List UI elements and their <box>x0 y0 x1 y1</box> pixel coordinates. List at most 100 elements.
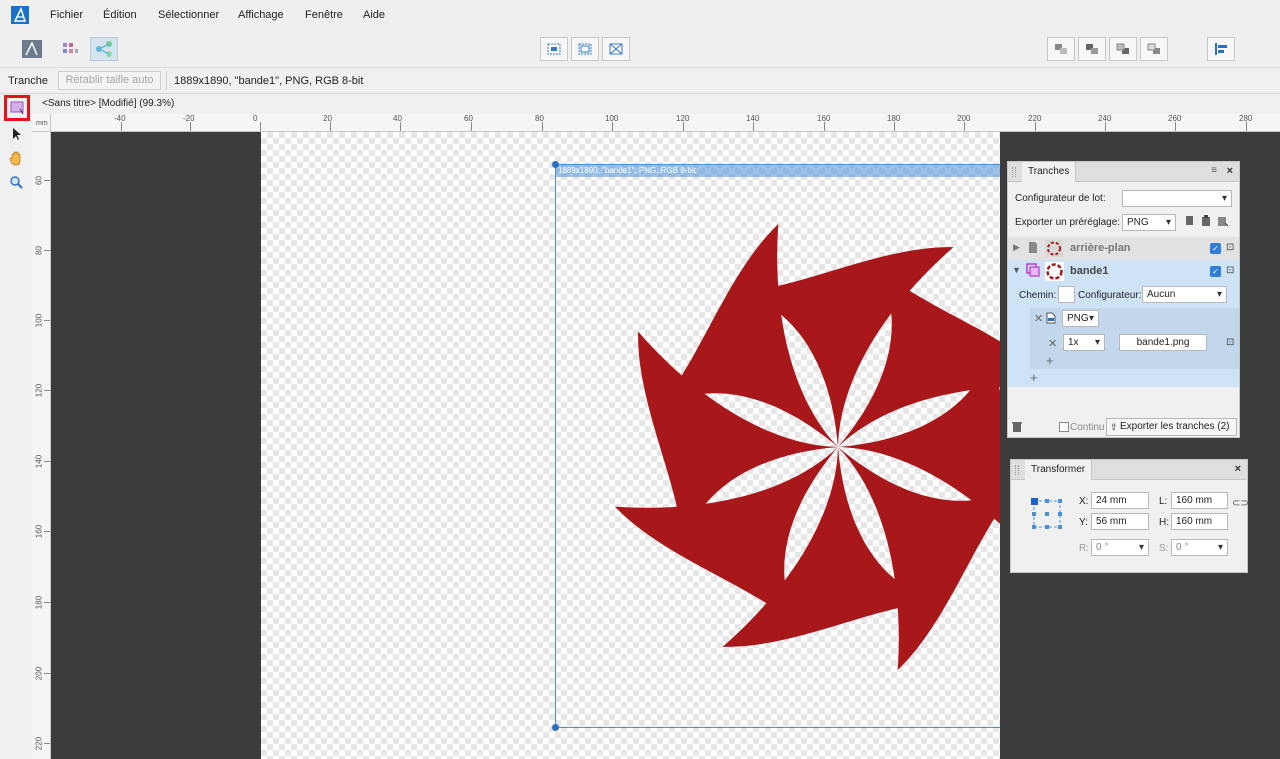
save-preset-icon[interactable] <box>1217 215 1229 230</box>
collapse-arrow-icon[interactable]: ▼ <box>1012 265 1021 275</box>
ruler-tick-label: 40 <box>393 114 402 123</box>
paste-preset-icon[interactable] <box>1201 215 1211 230</box>
hand-tool-icon[interactable] <box>6 148 26 168</box>
horizontal-ruler: -40 -20 0 20 40 60 80 100 120 140 160 180 200 220 240 2… <box>51 114 1280 132</box>
slice-row-bande1[interactable]: ▼ bande1 ✓ ⊡ Chemin: Configurateur: Aucu… <box>1008 260 1239 387</box>
shear-field[interactable]: 0 ° <box>1171 539 1228 556</box>
batch-builder-select[interactable] <box>1122 190 1232 207</box>
ruler-tick-label: 160 <box>817 114 831 123</box>
lock-icon[interactable]: ⊡ <box>1226 265 1234 276</box>
ruler-tick-label: 20 <box>323 114 332 123</box>
slice-checkbox[interactable]: ✓ <box>1210 266 1221 277</box>
y-field[interactable]: 56 mm <box>1091 513 1149 530</box>
designer-persona-icon[interactable] <box>18 37 46 61</box>
resize-handle-tl[interactable] <box>552 161 559 168</box>
ruler-tick <box>542 122 543 131</box>
layer-slice-icon <box>1026 263 1040 280</box>
menu-edition[interactable]: Édition <box>103 9 137 21</box>
height-label: H: <box>1159 517 1169 528</box>
close-icon[interactable]: × <box>1235 463 1241 475</box>
document-tab[interactable]: <Sans titre> [Modifié] (99.3%) <box>32 94 1280 114</box>
select-slices-icon[interactable] <box>540 37 568 61</box>
remove-format-icon[interactable]: ✕ <box>1034 312 1043 325</box>
slice-tool-icon[interactable] <box>4 95 30 121</box>
ruler-tick-label: 220 <box>34 736 44 751</box>
document-canvas[interactable]: 1889x1890, "bande1", PNG, RGB 8-bit <box>261 132 1122 759</box>
link-aspect-icon[interactable]: ⊂⊃ <box>1232 498 1249 509</box>
pixel-persona-icon[interactable] <box>56 37 84 61</box>
configurator-select[interactable]: Aucun <box>1142 286 1227 303</box>
ruler-tick <box>1246 122 1247 131</box>
ruler-tick-label: 80 <box>34 246 44 255</box>
arrange-backward-icon[interactable] <box>1078 37 1106 61</box>
remove-scale-icon[interactable]: ✕ <box>1048 337 1057 350</box>
continuous-checkbox[interactable] <box>1059 422 1069 432</box>
move-tool-icon[interactable] <box>6 124 26 144</box>
align-icon[interactable] <box>1207 37 1235 61</box>
menu-aide[interactable]: Aide <box>363 9 385 21</box>
transform-panel: Transformer × X: 24 mm L: 160 mm Y: 56 m… <box>1010 459 1249 573</box>
ruler-tick-label: 80 <box>535 114 544 123</box>
reset-auto-size-button[interactable]: Rétablir taille auto <box>58 71 161 90</box>
ruler-tick <box>471 122 472 131</box>
ruler-tick-label: 140 <box>746 114 760 123</box>
tool-name-label: Tranche <box>8 75 48 87</box>
tools-panel <box>0 94 32 759</box>
tab-tranches[interactable]: Tranches <box>1022 162 1077 182</box>
add-format-icon[interactable]: + <box>1030 370 1038 385</box>
ruler-tick <box>260 122 261 131</box>
zoom-tool-icon[interactable] <box>6 172 26 192</box>
arrange-front-icon[interactable] <box>1140 37 1168 61</box>
path-field[interactable] <box>1058 286 1075 303</box>
anchor-point-icon[interactable] <box>1030 497 1064 534</box>
height-field[interactable]: 160 mm <box>1171 513 1228 530</box>
export-slices-button[interactable]: ⇧ Exporter les tranches (2) <box>1106 418 1237 436</box>
slice-checkbox[interactable]: ✓ <box>1210 243 1221 254</box>
export-format-group: ✕ PNG ✕ 1x bande1.png ⊡ + <box>1030 308 1239 369</box>
ruler-tick <box>44 531 50 532</box>
app-logo[interactable] <box>11 6 29 24</box>
panel-menu-icon[interactable]: ≡ <box>1211 165 1217 176</box>
export-persona-icon[interactable] <box>90 37 118 61</box>
menu-fichier[interactable]: Fichier <box>50 9 83 21</box>
panel-grip[interactable] <box>1015 465 1019 475</box>
y-label: Y: <box>1079 517 1088 528</box>
filename-field[interactable]: bande1.png <box>1119 334 1207 351</box>
ruler-tick <box>612 122 613 131</box>
slice-row-arriere-plan[interactable]: ▶ arrière-plan ✓ ⊡ <box>1008 237 1239 260</box>
close-icon[interactable]: × <box>1227 165 1233 177</box>
menu-affichage[interactable]: Affichage <box>238 9 284 21</box>
format-select[interactable]: PNG <box>1062 310 1099 327</box>
x-field[interactable]: 24 mm <box>1091 492 1149 509</box>
trash-icon[interactable] <box>1012 421 1022 436</box>
ruler-tick-label: -40 <box>114 114 126 123</box>
ruler-tick-label: 260 <box>1168 114 1182 123</box>
fit-slices-icon[interactable] <box>602 37 630 61</box>
panel-grip[interactable] <box>1012 167 1016 177</box>
ruler-tick-label: -20 <box>183 114 195 123</box>
resize-handle-bl[interactable] <box>552 724 559 731</box>
ruler-tick-label: 120 <box>34 383 44 398</box>
select-all-slices-icon[interactable] <box>571 37 599 61</box>
export-preset-select[interactable]: PNG u... <box>1122 214 1176 231</box>
vertical-ruler: 60 80 100 120 140 160 180 200 220 <box>32 132 51 759</box>
width-field[interactable]: 160 mm <box>1171 492 1228 509</box>
menu-selectionner[interactable]: Sélectionner <box>158 9 219 21</box>
shear-label: S: <box>1159 543 1169 554</box>
ruler-tick-label: 240 <box>1098 114 1112 123</box>
arrange-forward-icon[interactable] <box>1109 37 1137 61</box>
continuous-label: Continu <box>1070 422 1105 433</box>
add-scale-icon[interactable]: + <box>1046 353 1054 368</box>
lock-icon[interactable]: ⊡ <box>1226 337 1234 348</box>
menu-fenetre[interactable]: Fenêtre <box>305 9 343 21</box>
tab-transformer[interactable]: Transformer <box>1025 460 1093 480</box>
copy-preset-icon[interactable] <box>1185 215 1195 230</box>
expand-arrow-icon[interactable]: ▶ <box>1013 242 1020 253</box>
ruler-tick <box>44 180 50 181</box>
arrange-back-icon[interactable] <box>1047 37 1075 61</box>
slice-name: arrière-plan <box>1070 242 1131 254</box>
scale-select[interactable]: 1x <box>1063 334 1105 351</box>
lock-icon[interactable]: ⊡ <box>1226 242 1234 253</box>
rotation-field[interactable]: 0 ° <box>1091 539 1149 556</box>
ruler-tick <box>190 122 191 131</box>
